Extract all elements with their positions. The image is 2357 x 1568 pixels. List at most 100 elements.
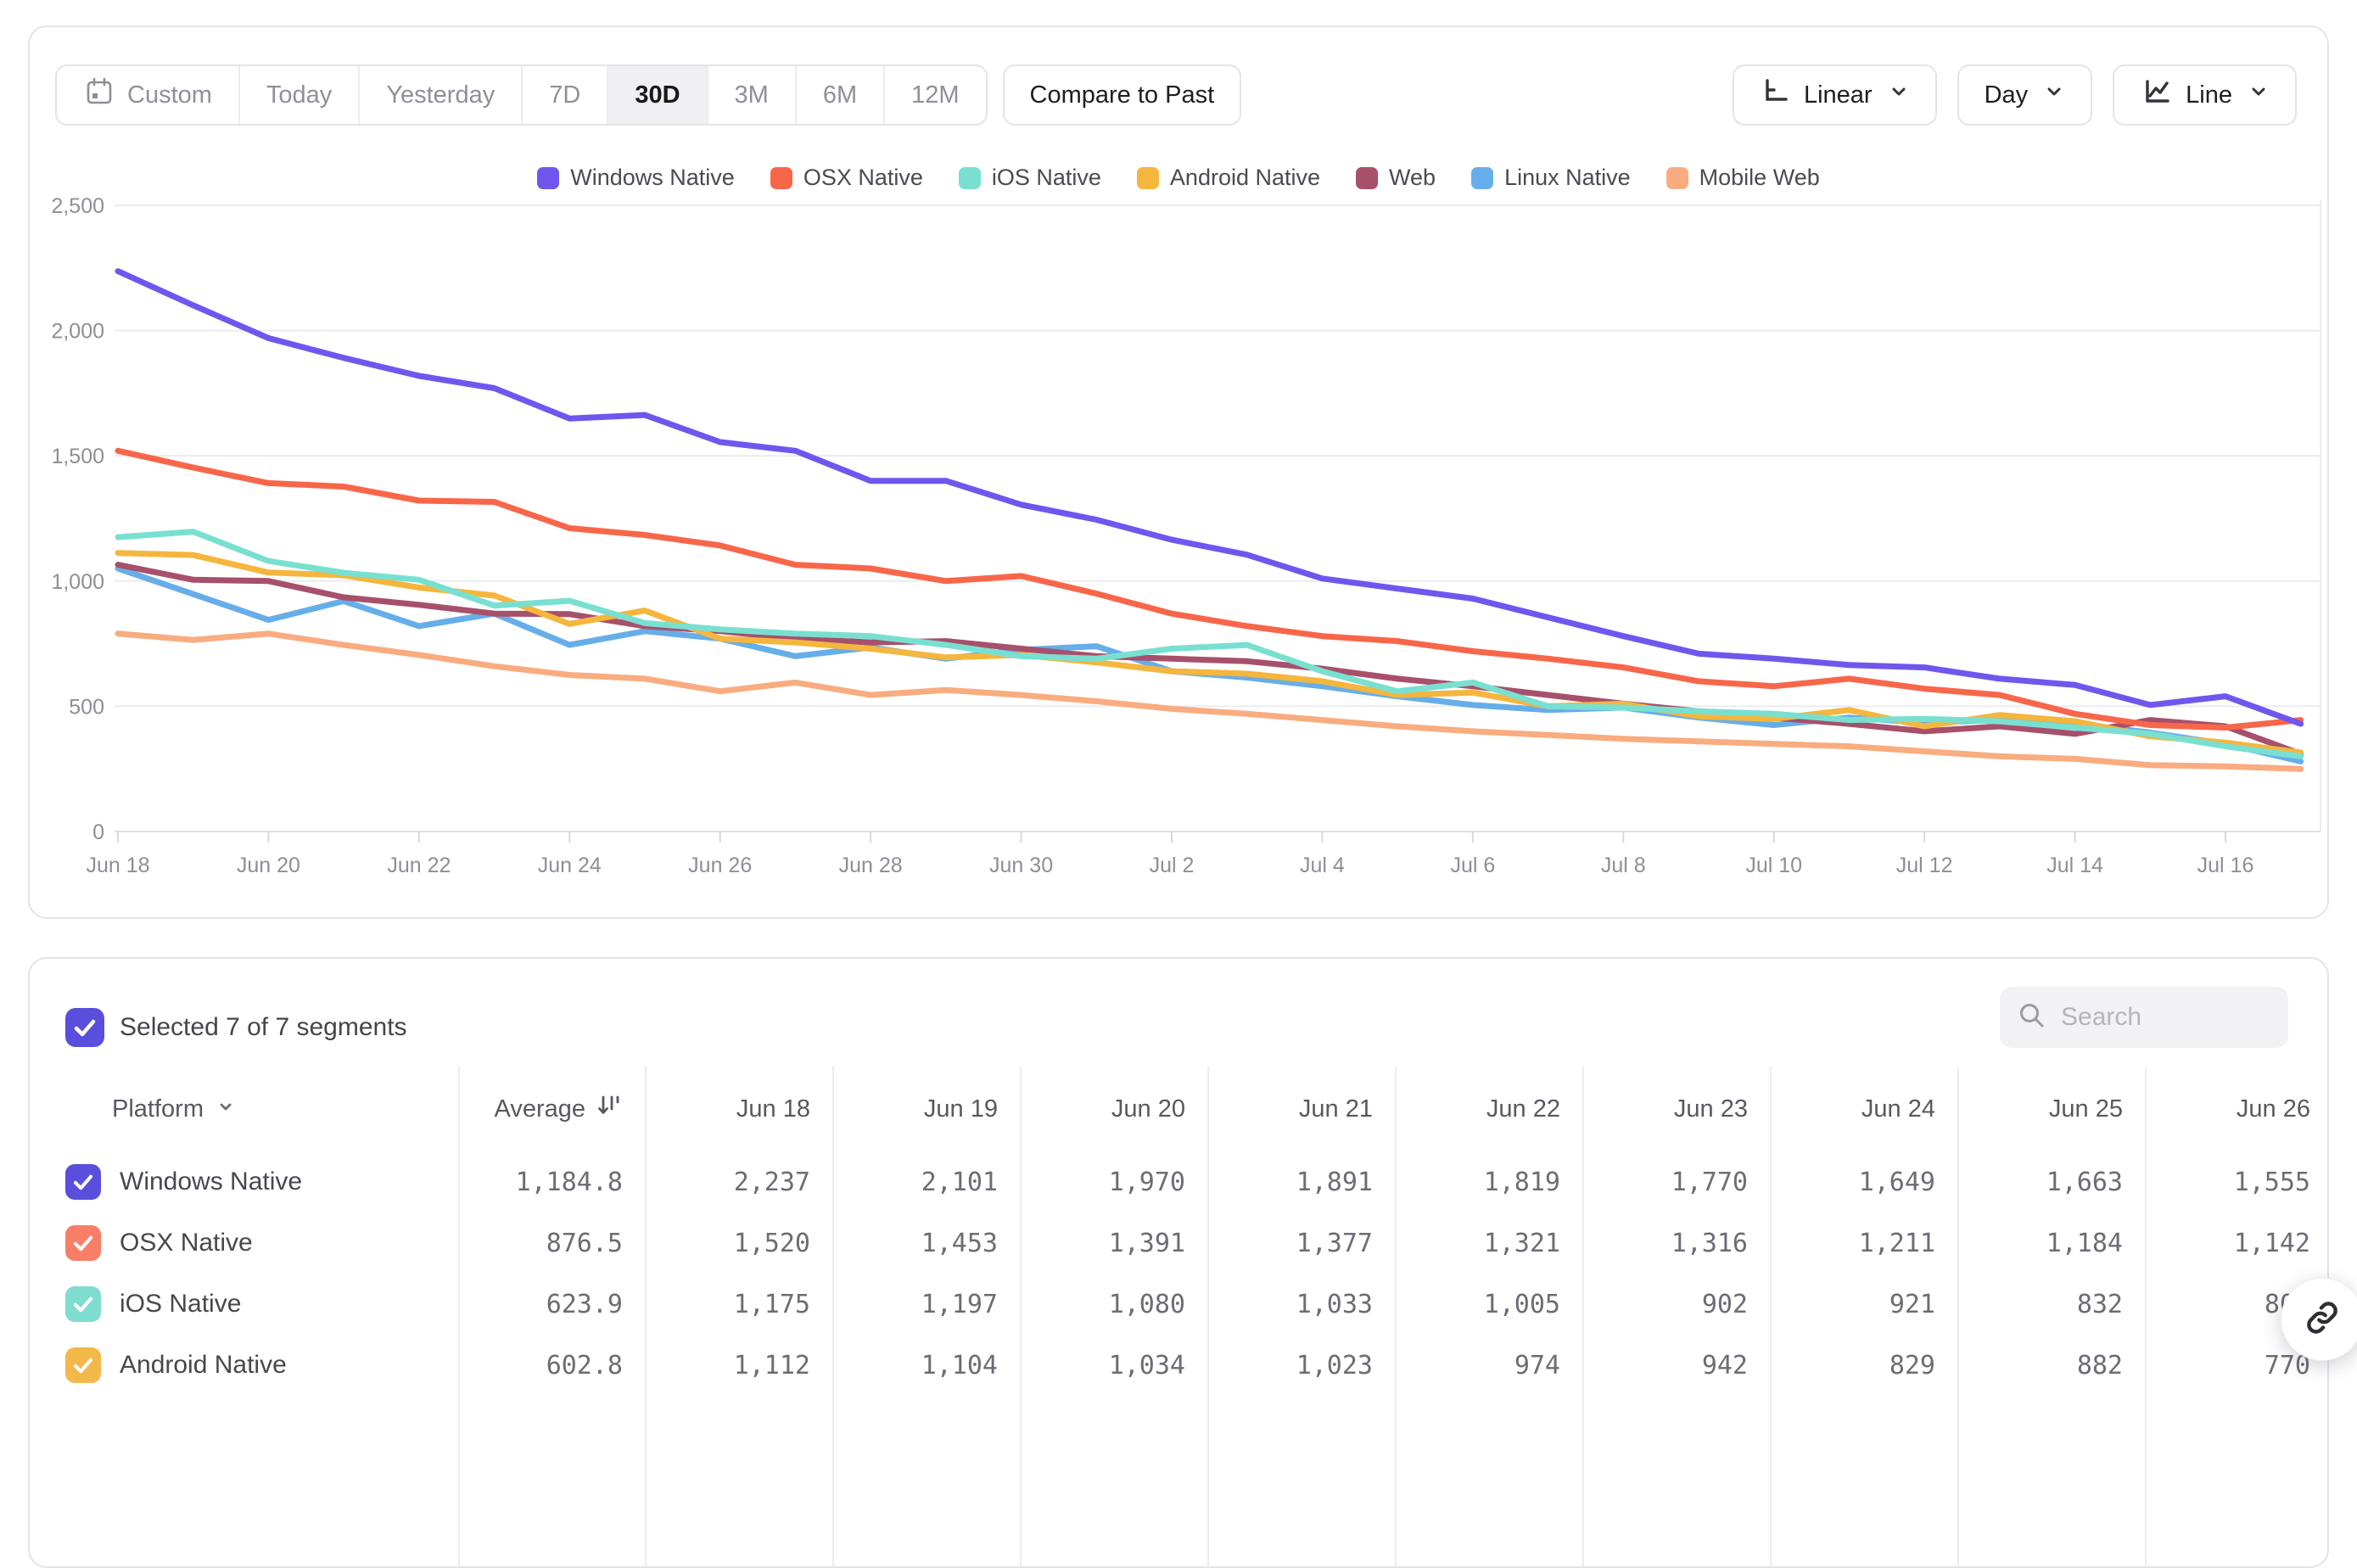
value-cell: 1,891	[1209, 1151, 1395, 1212]
segment-label: Windows Native	[120, 1168, 302, 1196]
segment-checkbox[interactable]	[65, 1225, 101, 1261]
legend-item-linux-native[interactable]: Linux Native	[1471, 165, 1631, 191]
value-cell: 876.5	[460, 1212, 645, 1274]
column-jun-25: Jun 251,6631,184832882	[1957, 1067, 2145, 1566]
x-axis-tick-label: Jul 16	[2197, 854, 2254, 877]
chart-type-dropdown[interactable]: Line	[2113, 64, 2297, 126]
compare-to-past-button[interactable]: Compare to Past	[1003, 64, 1242, 126]
value-cell: 1,034	[1022, 1335, 1207, 1396]
interval-dropdown[interactable]: Day	[1957, 64, 2093, 126]
segments-table: Platform Windows Native OSX Native iOS Nati…	[30, 1067, 2327, 1566]
search-input[interactable]	[2059, 1002, 2271, 1033]
scale-dropdown[interactable]: Linear	[1733, 64, 1937, 126]
range-option-label: 7D	[549, 81, 580, 109]
legend-label: Web	[1389, 165, 1436, 191]
range-option-6m[interactable]: 6M	[795, 66, 883, 124]
value-cell: 1,104	[834, 1335, 1020, 1396]
range-option-3m[interactable]: 3M	[707, 66, 795, 124]
value-cell: 1,023	[1209, 1335, 1395, 1396]
chart-legend: Windows Native OSX Native iOS Native Androi…	[30, 165, 2327, 191]
legend-item-windows-native[interactable]: Windows Native	[537, 165, 735, 191]
range-option-custom[interactable]: Custom	[57, 66, 238, 124]
legend-label: iOS Native	[992, 165, 1101, 191]
platform-column-header[interactable]: Platform	[30, 1067, 458, 1151]
value-cell: 1,184.8	[460, 1151, 645, 1212]
segments-table-card: Selected 7 of 7 segments PlatformWindows…	[28, 957, 2329, 1568]
chart-card: Custom Today Yesterday 7D 30D 3M6M12M Compare…	[28, 25, 2329, 919]
chevron-down-icon	[2043, 81, 2065, 109]
value-cell: 902	[1584, 1274, 1770, 1335]
range-option-label: Yesterday	[386, 81, 495, 109]
platform-row-windows-native[interactable]: Windows Native	[30, 1151, 458, 1212]
value-cell: 1,391	[1022, 1212, 1207, 1274]
value-cell: 1,377	[1209, 1212, 1395, 1274]
value-cell: 1,080	[1022, 1274, 1207, 1335]
value-cell: 1,197	[834, 1274, 1020, 1335]
value-cell: 1,970	[1022, 1151, 1207, 1212]
column-header-jun-21[interactable]: Jun 21	[1209, 1067, 1395, 1151]
column-header-jun-25[interactable]: Jun 25	[1959, 1067, 2145, 1151]
column-header-average[interactable]: Average	[460, 1067, 645, 1151]
range-option-label: Today	[266, 81, 332, 109]
legend-item-ios-native[interactable]: iOS Native	[959, 165, 1101, 191]
legend-item-android-native[interactable]: Android Native	[1137, 165, 1320, 191]
series-line-linux-native[interactable]	[118, 568, 2301, 761]
column-header-jun-19[interactable]: Jun 19	[834, 1067, 1020, 1151]
legend-label: Windows Native	[570, 165, 735, 191]
segment-label: iOS Native	[120, 1290, 241, 1319]
x-axis-tick-label: Jul 4	[1300, 854, 1345, 877]
line-chart-canvas[interactable]: 05001,0001,5002,0002,500Jun 18Jun 20Jun …	[30, 193, 2327, 911]
column-header-label: Jun 21	[1299, 1095, 1373, 1123]
segment-checkbox[interactable]	[65, 1164, 101, 1200]
column-header-jun-23[interactable]: Jun 23	[1584, 1067, 1770, 1151]
copy-link-button[interactable]	[2281, 1278, 2357, 1361]
y-axis-tick-label: 2,500	[51, 194, 104, 218]
series-line-mobile-web[interactable]	[118, 634, 2301, 769]
legend-item-web[interactable]: Web	[1356, 165, 1436, 191]
range-option-today[interactable]: Today	[238, 66, 358, 124]
platform-row-osx-native[interactable]: OSX Native	[30, 1212, 458, 1274]
value-cell: 1,184	[1959, 1212, 2145, 1274]
chevron-down-icon	[216, 1095, 236, 1123]
range-option-7d[interactable]: 7D	[521, 66, 607, 124]
value-cell: 1,520	[647, 1212, 832, 1274]
column-jun-23: Jun 231,7701,316902942	[1582, 1067, 1770, 1566]
date-range-control: Custom Today Yesterday 7D 30D 3M6M12M	[55, 64, 988, 126]
legend-swatch	[537, 167, 559, 189]
value-cell: 1,321	[1397, 1212, 1582, 1274]
column-header-jun-24[interactable]: Jun 24	[1772, 1067, 1957, 1151]
value-cell: 1,770	[1584, 1151, 1770, 1212]
legend-item-mobile-web[interactable]: Mobile Web	[1666, 165, 1820, 191]
platform-row-android-native[interactable]: Android Native	[30, 1335, 458, 1396]
column-header-label: Jun 26	[2237, 1095, 2310, 1123]
range-option-yesterday[interactable]: Yesterday	[358, 66, 521, 124]
range-option-label: 30D	[635, 81, 680, 109]
x-axis-tick-label: Jun 22	[387, 854, 451, 877]
segment-checkbox[interactable]	[65, 1347, 101, 1383]
value-cell: 829	[1772, 1335, 1957, 1396]
segment-label: Android Native	[120, 1351, 287, 1380]
segment-checkbox[interactable]	[65, 1286, 101, 1322]
range-option-12m[interactable]: 12M	[883, 66, 985, 124]
column-jun-20: Jun 201,9701,3911,0801,034	[1020, 1067, 1207, 1566]
column-header-jun-22[interactable]: Jun 22	[1397, 1067, 1582, 1151]
column-header-jun-18[interactable]: Jun 18	[647, 1067, 832, 1151]
column-header-jun-26[interactable]: Jun 26	[2147, 1067, 2327, 1151]
select-all-checkbox[interactable]	[65, 1008, 104, 1047]
column-header-jun-20[interactable]: Jun 20	[1022, 1067, 1207, 1151]
platform-row-ios-native[interactable]: iOS Native	[30, 1274, 458, 1335]
column-jun-22: Jun 221,8191,3211,005974	[1395, 1067, 1582, 1566]
range-option-30d[interactable]: 30D	[607, 66, 706, 124]
range-option-label: Custom	[127, 81, 212, 109]
legend-swatch	[959, 167, 981, 189]
value-cell: 602.8	[460, 1335, 645, 1396]
platform-header-label: Platform	[112, 1095, 204, 1123]
scale-dropdown-label: Linear	[1804, 81, 1873, 109]
value-cell: 1,033	[1209, 1274, 1395, 1335]
x-axis-tick-label: Jul 12	[1896, 854, 1953, 877]
legend-swatch	[770, 167, 792, 189]
legend-swatch	[1666, 167, 1688, 189]
series-line-ios-native[interactable]	[118, 532, 2301, 757]
search-icon	[2017, 1000, 2047, 1035]
legend-item-osx-native[interactable]: OSX Native	[770, 165, 923, 191]
